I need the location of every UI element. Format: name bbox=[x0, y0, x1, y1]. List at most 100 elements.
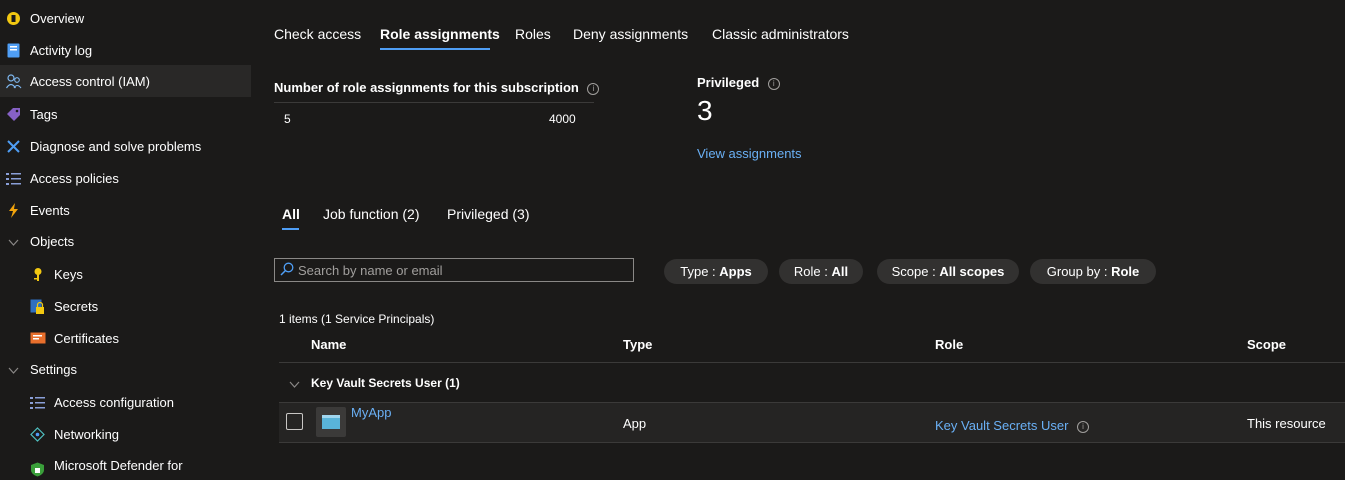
sidebar-item-label: Keys bbox=[54, 267, 83, 282]
app-icon bbox=[316, 407, 346, 437]
privileged-title-text: Privileged bbox=[697, 75, 760, 90]
row-role-link[interactable]: Key Vault Secrets User bbox=[935, 418, 1068, 433]
tab-check-access[interactable]: Check access bbox=[274, 26, 361, 42]
list-icon bbox=[6, 171, 21, 186]
search-box[interactable] bbox=[274, 258, 634, 282]
sidebar-item-secrets[interactable]: Secrets bbox=[0, 290, 251, 322]
iam-icon bbox=[5, 74, 22, 89]
sidebar-item-label: Tags bbox=[30, 107, 58, 122]
filter-key: Type : bbox=[680, 264, 720, 279]
sidebar-item-access-policies[interactable]: Access policies bbox=[0, 162, 251, 194]
sidebar-item-defender[interactable]: Microsoft Defender for bbox=[0, 450, 251, 480]
filter-value: All bbox=[831, 264, 849, 279]
certificate-icon bbox=[30, 331, 46, 346]
info-icon[interactable]: i bbox=[587, 82, 600, 95]
count-max: 4000 bbox=[549, 112, 576, 126]
sidebar-item-label: Activity log bbox=[30, 43, 93, 58]
filter-key: Group by : bbox=[1046, 264, 1112, 279]
sidebar-item-label: Microsoft Defender for bbox=[54, 458, 183, 473]
sidebar-group-settings[interactable]: Settings bbox=[0, 353, 251, 385]
group-row[interactable]: Key Vault Secrets User (1) bbox=[279, 363, 1345, 402]
sidebar-item-label: Secrets bbox=[54, 299, 99, 314]
filter-value: Role bbox=[1111, 264, 1140, 279]
info-icon[interactable]: i bbox=[767, 77, 780, 90]
group-label: Key Vault Secrets User (1) bbox=[311, 376, 460, 390]
sidebar-item-tags[interactable]: Tags bbox=[0, 98, 251, 130]
filter-key: Role : bbox=[793, 264, 832, 279]
privileged-title: Privileged i bbox=[697, 75, 780, 90]
search-icon bbox=[280, 262, 294, 279]
view-assignments-link[interactable]: View assignments bbox=[697, 146, 802, 161]
sidebar-item-access-control[interactable]: Access control (IAM) bbox=[0, 65, 251, 97]
sidebar-item-label: Access control (IAM) bbox=[30, 74, 150, 89]
column-header-scope[interactable]: Scope bbox=[1247, 337, 1286, 352]
list-icon bbox=[30, 395, 45, 410]
subtab-all[interactable]: All bbox=[282, 206, 300, 222]
secret-icon bbox=[30, 299, 45, 314]
sidebar-item-diagnose[interactable]: Diagnose and solve problems bbox=[0, 130, 251, 162]
row-checkbox[interactable] bbox=[286, 413, 303, 430]
wrench-icon bbox=[6, 139, 21, 154]
count-current: 5 bbox=[284, 112, 291, 126]
sidebar-item-label: Diagnose and solve problems bbox=[30, 139, 202, 154]
sidebar: Overview Activity log Access control (IA… bbox=[0, 0, 251, 480]
tab-classic-administrators[interactable]: Classic administrators bbox=[712, 26, 849, 42]
sidebar-item-keys[interactable]: Keys bbox=[0, 258, 251, 290]
privileged-count: 3 bbox=[697, 95, 713, 126]
sidebar-item-label: Access configuration bbox=[54, 395, 174, 410]
row-type: App bbox=[623, 416, 647, 431]
column-header-name[interactable]: Name bbox=[311, 337, 346, 352]
sidebar-group-objects[interactable]: Objects bbox=[0, 225, 251, 257]
lightning-icon bbox=[6, 203, 21, 218]
chevron-down-icon[interactable] bbox=[289, 378, 300, 393]
chevron-down-icon bbox=[8, 364, 19, 375]
active-subtab-indicator bbox=[282, 228, 299, 230]
row-role: Key Vault Secrets User i bbox=[935, 418, 1090, 433]
table-row[interactable]: MyApp App Key Vault Secrets User i This … bbox=[279, 403, 1345, 442]
sidebar-item-networking[interactable]: Networking bbox=[0, 418, 251, 450]
sidebar-item-label: Settings bbox=[30, 362, 77, 377]
sidebar-item-overview[interactable]: Overview bbox=[0, 2, 251, 34]
filter-value: All scopes bbox=[939, 264, 1005, 279]
filter-key: Scope : bbox=[891, 264, 940, 279]
activity-log-icon bbox=[6, 43, 21, 58]
row-scope: This resource bbox=[1247, 416, 1326, 431]
info-icon[interactable]: i bbox=[1077, 420, 1090, 433]
column-header-role[interactable]: Role bbox=[935, 337, 963, 352]
chevron-down-icon bbox=[8, 236, 19, 247]
sidebar-item-certificates[interactable]: Certificates bbox=[0, 322, 251, 354]
search-input[interactable] bbox=[298, 259, 628, 281]
sidebar-item-events[interactable]: Events bbox=[0, 194, 251, 226]
subtab-job-function[interactable]: Job function (2) bbox=[323, 206, 420, 222]
tab-roles[interactable]: Roles bbox=[515, 26, 551, 42]
sidebar-item-access-configuration[interactable]: Access configuration bbox=[0, 386, 251, 418]
shield-icon bbox=[30, 462, 45, 477]
sidebar-item-activity-log[interactable]: Activity log bbox=[0, 34, 251, 66]
tag-icon bbox=[6, 107, 21, 122]
filter-scope-pill[interactable]: Scope : All scopes bbox=[877, 259, 1019, 284]
count-title-text: Number of role assignments for this subs… bbox=[274, 80, 579, 95]
usage-bar-track bbox=[274, 102, 594, 103]
filter-value: Apps bbox=[719, 264, 752, 279]
networking-icon bbox=[30, 427, 45, 442]
filter-role-pill[interactable]: Role : All bbox=[779, 259, 863, 284]
subtab-privileged[interactable]: Privileged (3) bbox=[447, 206, 529, 222]
sidebar-item-label: Objects bbox=[30, 234, 75, 249]
overview-icon bbox=[6, 11, 21, 26]
results-count: 1 items (1 Service Principals) bbox=[279, 312, 435, 326]
sidebar-item-label: Overview bbox=[30, 11, 85, 26]
filter-type-pill[interactable]: Type : Apps bbox=[664, 259, 768, 284]
active-tab-indicator bbox=[380, 48, 490, 50]
sidebar-item-label: Networking bbox=[54, 427, 120, 442]
row-name-link[interactable]: MyApp bbox=[351, 405, 391, 420]
role-assignments-count-title: Number of role assignments for this subs… bbox=[274, 80, 600, 95]
sidebar-item-label: Events bbox=[30, 203, 70, 218]
sidebar-item-label: Access policies bbox=[30, 171, 119, 186]
row-divider bbox=[279, 442, 1345, 443]
tab-deny-assignments[interactable]: Deny assignments bbox=[573, 26, 688, 42]
filter-group-by-pill[interactable]: Group by : Role bbox=[1030, 259, 1156, 284]
tab-role-assignments[interactable]: Role assignments bbox=[380, 26, 500, 42]
key-icon bbox=[30, 267, 45, 282]
sidebar-item-label: Certificates bbox=[54, 331, 120, 346]
column-header-type[interactable]: Type bbox=[623, 337, 652, 352]
